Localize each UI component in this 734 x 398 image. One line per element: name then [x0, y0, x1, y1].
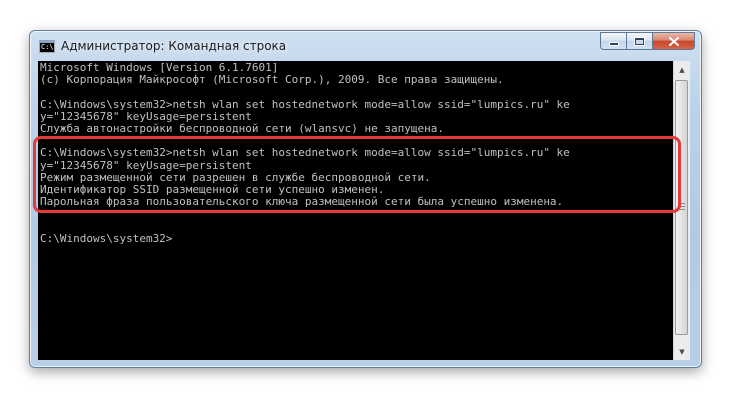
window-title: Администратор: Командная строка: [61, 39, 287, 53]
maximize-icon: [635, 37, 644, 45]
thumb-grip-line: [679, 206, 685, 207]
console-line: y="12345678" keyUsage=persistent: [40, 158, 252, 172]
vertical-scrollbar[interactable]: ▲ ▼: [673, 61, 690, 360]
close-icon: [668, 36, 679, 46]
caption-buttons: [600, 32, 695, 51]
console-line: Служба автонастройки беспроводной сети (…: [40, 121, 444, 135]
console-line: C:\Windows\system32>netsh wlan set hoste…: [40, 146, 570, 160]
scroll-up-arrow-icon[interactable]: ▲: [674, 61, 690, 78]
scroll-down-arrow-icon[interactable]: ▼: [674, 343, 690, 360]
thumb-grip-line: [679, 209, 685, 210]
close-button[interactable]: [652, 32, 695, 50]
title-bar[interactable]: C:\ Администратор: Командная строка: [30, 31, 701, 61]
cmd-app-icon[interactable]: C:\: [39, 40, 55, 53]
minimize-button[interactable]: [600, 32, 626, 50]
thumb-grip-line: [679, 203, 685, 204]
console-line: (c) Корпорация Майкрософт (Microsoft Cor…: [40, 73, 504, 87]
minimize-icon: [609, 43, 618, 45]
console-line: C:\Windows\system32>: [40, 231, 173, 245]
console-line: Парольная фраза пользовательского ключа …: [40, 195, 564, 209]
console-text: Microsoft Windows [Version 6.1.7601] (c) …: [40, 61, 570, 245]
maximize-button[interactable]: [626, 32, 652, 50]
console-output-area[interactable]: Microsoft Windows [Version 6.1.7601] (c) …: [38, 61, 673, 360]
cmd-icon-text: C:\: [41, 43, 54, 51]
scrollbar-thumb[interactable]: [675, 80, 688, 335]
console-line: C:\Windows\system32>netsh wlan set hoste…: [40, 97, 570, 111]
command-prompt-window: C:\ Администратор: Командная строка Micr…: [29, 30, 702, 368]
